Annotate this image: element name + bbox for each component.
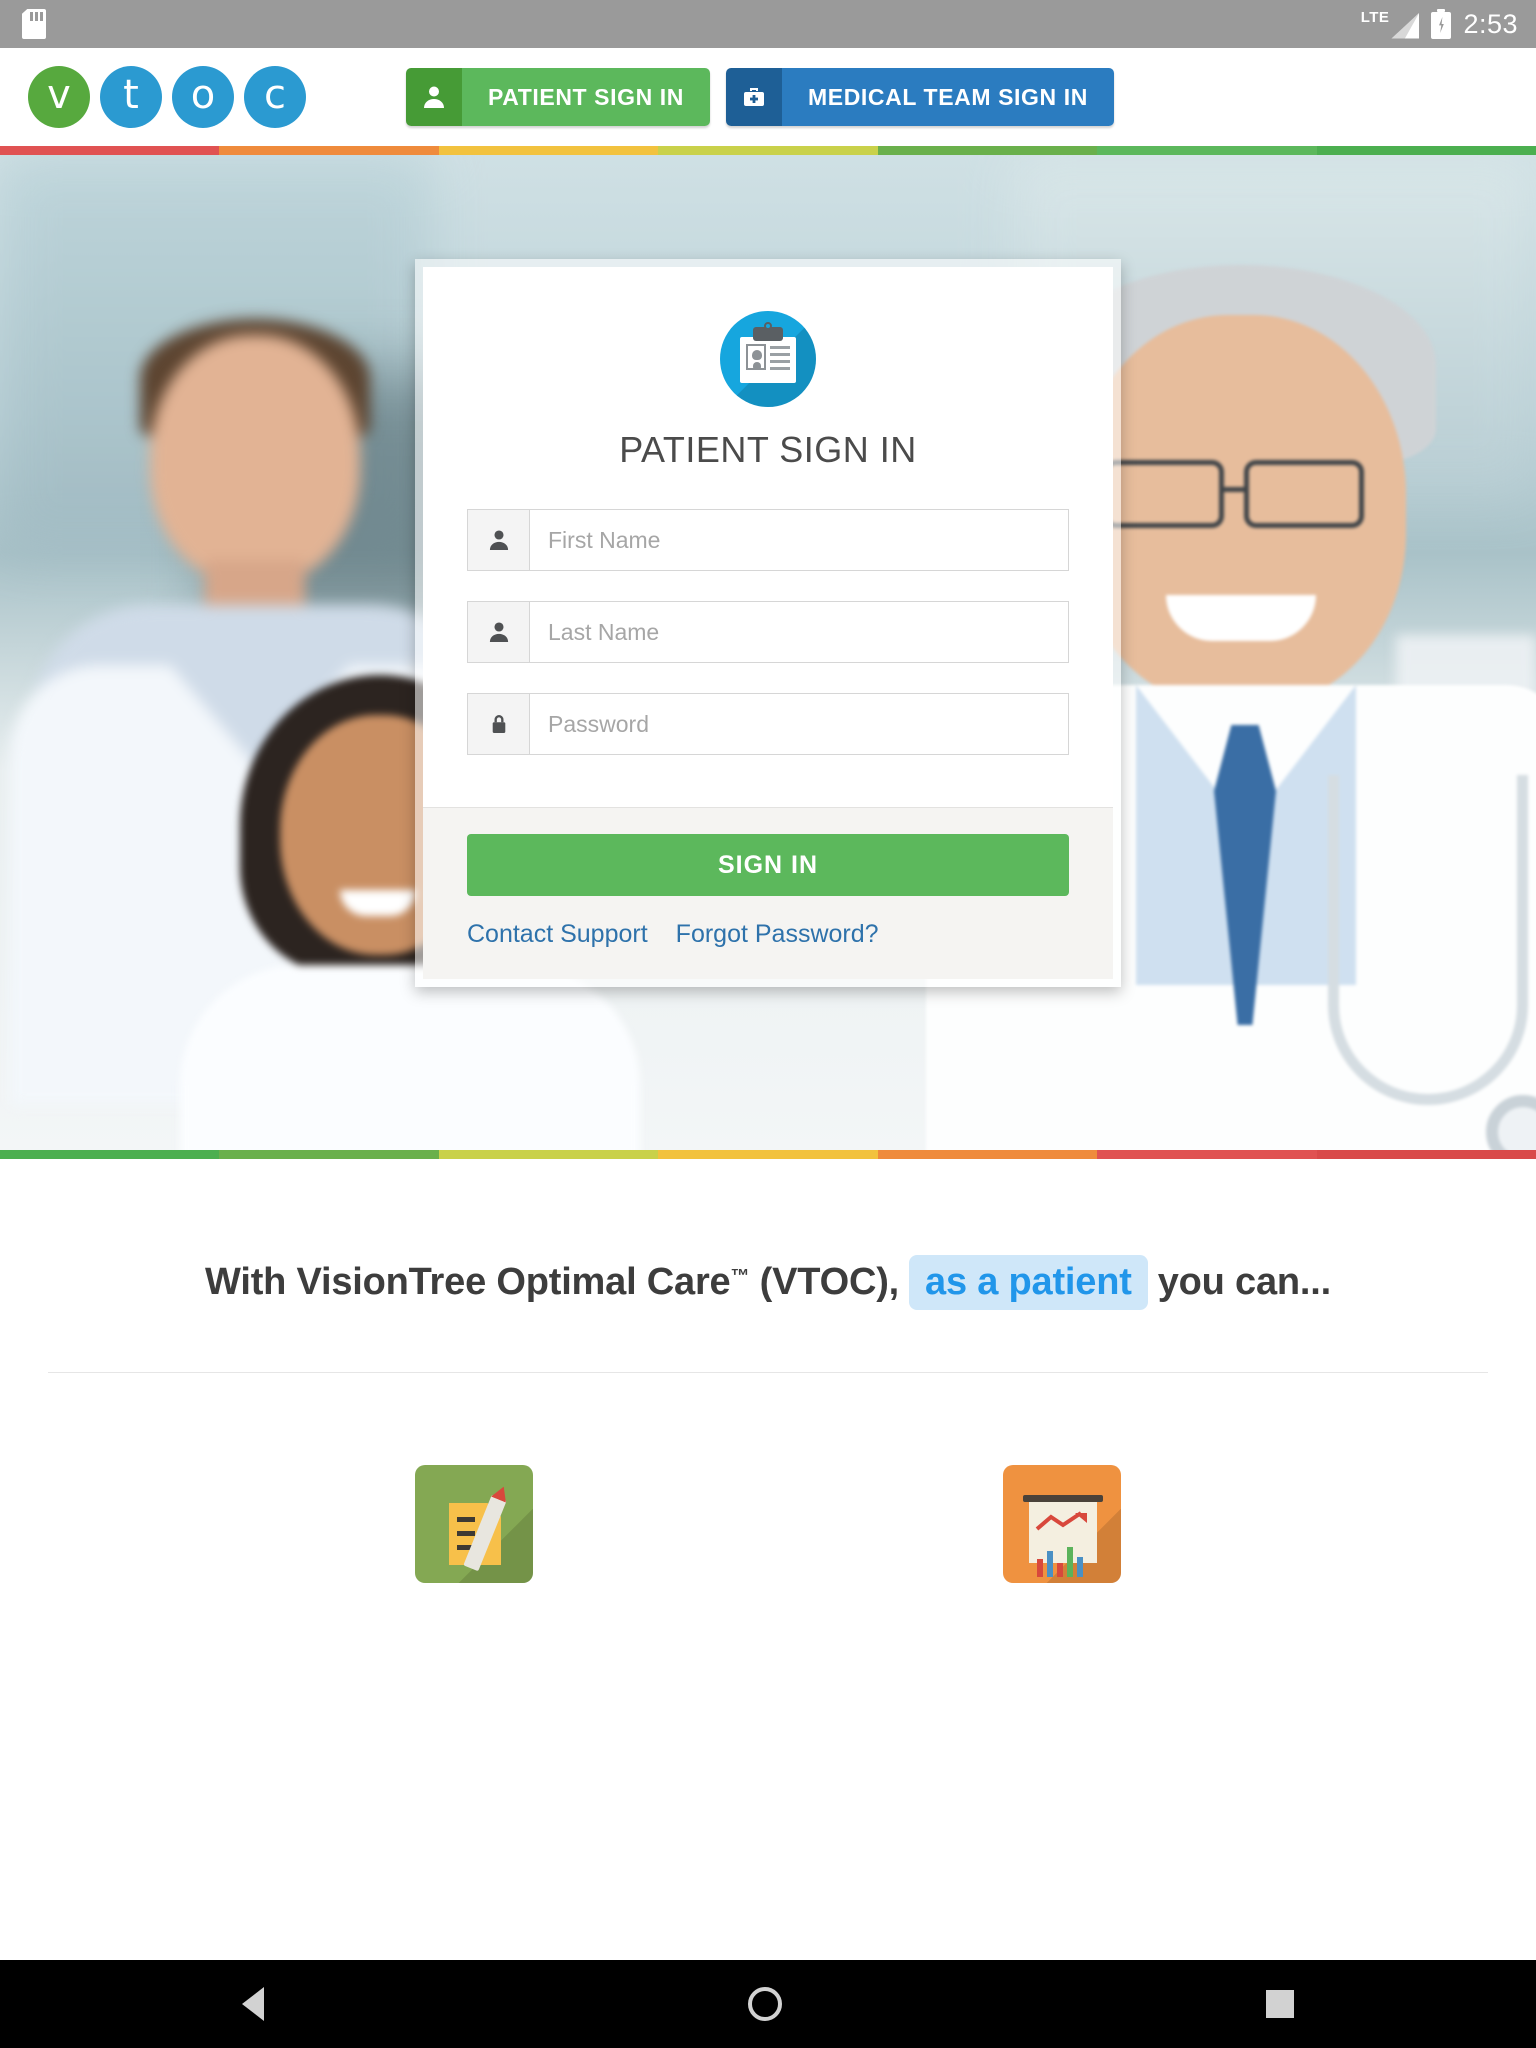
rainbow-segment-1 (219, 1150, 439, 1159)
rainbow-segment-6 (1316, 146, 1536, 155)
promo-middle: (VTOC), (759, 1261, 900, 1303)
vtoc-logo[interactable]: v t o c (28, 66, 306, 128)
rainbow-segment-3 (658, 1150, 878, 1159)
patient-sign-in-label: PATIENT SIGN IN (462, 68, 710, 126)
rainbow-segment-3 (658, 146, 878, 155)
reports-tile[interactable] (1003, 1465, 1121, 1583)
network-label: LTE (1360, 8, 1390, 26)
first-name-field[interactable] (467, 509, 1069, 571)
logo-letter-t: t (100, 66, 162, 128)
id-badge-clipboard-icon (720, 311, 816, 407)
header-actions: PATIENT SIGN IN MEDICAL TEAM SIGN IN (406, 68, 1114, 126)
android-nav-bar (0, 1960, 1536, 2048)
rainbow-divider-bottom (0, 1150, 1536, 1159)
promo-suffix: you can... (1157, 1261, 1331, 1303)
back-icon[interactable] (242, 1987, 264, 2021)
card-title: PATIENT SIGN IN (619, 429, 917, 470)
promo-pill: as a patient (909, 1255, 1148, 1310)
rainbow-segment-0 (0, 1150, 220, 1159)
status-clock: 2:53 (1463, 8, 1518, 39)
contact-support-link[interactable]: Contact Support (467, 920, 648, 949)
password-field[interactable] (467, 693, 1069, 755)
signal-icon: LTE (1361, 10, 1420, 39)
status-right: LTE 2:53 (1361, 9, 1518, 40)
rainbow-divider-top (0, 146, 1536, 155)
promo-headline: With VisionTree Optimal Care ™ (VTOC), as … (205, 1255, 1331, 1310)
promo-section: With VisionTree Optimal Care ™ (VTOC), as … (0, 1159, 1536, 1583)
lock-icon (468, 694, 530, 754)
rainbow-segment-4 (877, 146, 1098, 155)
patient-sign-in-card: PATIENT SIGN IN First Name Last Name SIG… (415, 259, 1121, 987)
sd-card-icon (22, 9, 46, 39)
person-icon (468, 602, 530, 662)
site-header: v t o c PATIENT SIGN IN MEDICAL TEAM SIG… (0, 48, 1536, 146)
sign-in-button[interactable]: SIGN IN (467, 834, 1069, 896)
home-icon[interactable] (748, 1987, 782, 2021)
rainbow-segment-1 (219, 146, 439, 155)
status-left (22, 9, 46, 39)
trend-arrow-icon (1035, 1511, 1087, 1531)
rainbow-segment-0 (0, 146, 220, 155)
battery-charging-icon (1431, 9, 1452, 39)
rainbow-segment-5 (1097, 146, 1317, 155)
patient-sign-in-button[interactable]: PATIENT SIGN IN (406, 68, 710, 126)
logo-letter-o: o (172, 66, 234, 128)
card-footer: SIGN IN Contact Support Forgot Password? (423, 807, 1113, 979)
forms-tile[interactable] (415, 1465, 533, 1583)
last-name-input[interactable] (530, 602, 1068, 662)
medical-team-sign-in-button[interactable]: MEDICAL TEAM SIGN IN (726, 68, 1114, 126)
trademark-symbol: ™ (730, 1266, 750, 1287)
rainbow-segment-6 (1316, 1150, 1536, 1159)
person-icon (468, 510, 530, 570)
rainbow-segment-5 (1097, 1150, 1317, 1159)
android-status-bar: LTE 2:53 (0, 0, 1536, 48)
password-input[interactable] (530, 694, 1068, 754)
logo-letter-v: v (28, 66, 90, 128)
promo-tiles (0, 1373, 1536, 1583)
person-icon (406, 68, 462, 126)
rainbow-segment-2 (438, 146, 659, 155)
promo-prefix: With VisionTree Optimal Care (205, 1261, 731, 1303)
first-name-input[interactable] (530, 510, 1068, 570)
card-links: Contact Support Forgot Password? (467, 920, 1069, 949)
rainbow-segment-2 (438, 1150, 659, 1159)
medical-bag-icon (726, 68, 782, 126)
recents-icon[interactable] (1266, 1990, 1294, 2018)
forgot-password-link[interactable]: Forgot Password? (676, 920, 879, 949)
hero-section: PATIENT SIGN IN First Name Last Name SIG… (0, 155, 1536, 1150)
logo-letter-c: c (244, 66, 306, 128)
rainbow-segment-4 (877, 1150, 1098, 1159)
medical-team-sign-in-label: MEDICAL TEAM SIGN IN (782, 68, 1114, 126)
last-name-field[interactable] (467, 601, 1069, 663)
